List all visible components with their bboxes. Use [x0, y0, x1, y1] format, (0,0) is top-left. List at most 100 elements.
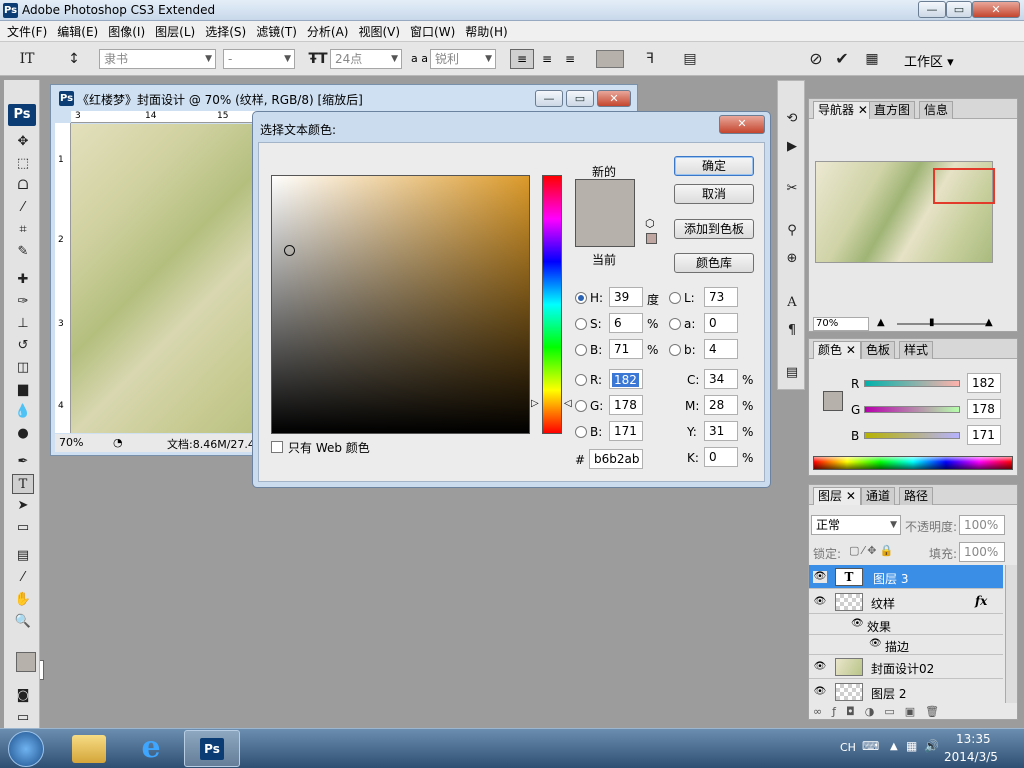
orientation-icon[interactable]: ↕ [64, 49, 84, 69]
color-panel-foreground-swatch[interactable] [823, 391, 843, 411]
lab-b-input[interactable]: 4 [704, 339, 738, 359]
menu-image[interactable]: 图像(I) [103, 23, 150, 40]
green-input[interactable]: 178 [609, 395, 643, 415]
clone-stamp-icon[interactable]: ⊥ [12, 314, 34, 334]
hue-radio[interactable] [575, 292, 587, 304]
lasso-tool-icon[interactable]: ᗝ [12, 176, 34, 196]
actions-panel-icon[interactable]: ▶ [781, 137, 803, 157]
color-b-slider[interactable] [864, 432, 960, 439]
align-right-icon[interactable]: ≡ [560, 49, 580, 69]
navigator-view-box[interactable] [933, 168, 995, 204]
shape-tool-icon[interactable]: ▭ [12, 518, 34, 538]
internet-explorer-icon[interactable]: e [134, 733, 168, 765]
character-panel-icon[interactable]: A [781, 293, 803, 313]
history-panel-icon[interactable]: ⟲ [781, 109, 803, 129]
screen-mode-icon[interactable]: ▭ [12, 708, 34, 728]
palettes-icon[interactable]: ▤ [680, 49, 700, 69]
color-b-input[interactable]: 171 [967, 425, 1001, 445]
align-center-icon[interactable]: ≡ [537, 49, 557, 69]
color-g-input[interactable]: 178 [967, 399, 1001, 419]
dialog-close-button[interactable]: ✕ [719, 115, 765, 134]
layer-row[interactable]: 👁 T 图层 3 [809, 565, 1003, 589]
visibility-eye-icon[interactable]: 👁 [813, 686, 827, 698]
add-to-swatches-button[interactable]: 添加到色板 [674, 219, 754, 239]
path-select-icon[interactable]: ➤ [12, 496, 34, 516]
web-safe-swatch[interactable] [646, 233, 657, 244]
yellow-input[interactable]: 31 [704, 421, 738, 441]
tab-styles[interactable]: 样式 [899, 341, 934, 359]
menu-view[interactable]: 视图(V) [353, 23, 405, 40]
tab-channels[interactable]: 通道 [861, 487, 896, 505]
menu-file[interactable]: 文件(F) [2, 23, 52, 40]
lab-b-radio[interactable] [669, 344, 681, 356]
cancel-icon[interactable]: ⊘ [806, 49, 826, 69]
warp-text-icon[interactable]: ꟻ [640, 49, 660, 69]
doc-minimize-button[interactable]: — [535, 90, 563, 107]
photoshop-taskbar-button[interactable]: Ps [184, 730, 240, 767]
saturation-brightness-field[interactable] [271, 175, 530, 434]
ok-button[interactable]: 确定 [674, 156, 754, 176]
eraser-tool-icon[interactable]: ◫ [12, 358, 34, 378]
keyboard-icon[interactable]: ⌨ [862, 739, 879, 753]
bridge-icon[interactable]: ▦ [862, 49, 882, 69]
green-radio[interactable] [575, 400, 587, 412]
menu-filter[interactable]: 滤镜(T) [251, 23, 302, 40]
font-style-select[interactable]: - ▼ [223, 49, 295, 69]
zoom-in-icon[interactable]: ▲ [985, 317, 993, 328]
tab-paths[interactable]: 路径 [899, 487, 934, 505]
doc-maximize-button[interactable]: ▭ [566, 90, 594, 107]
workspace-menu[interactable]: 工作区 ▾ [904, 51, 954, 70]
gradient-tool-icon[interactable]: ▆ [12, 380, 34, 400]
volume-icon[interactable]: 🔊 [924, 739, 939, 753]
clone-source-icon[interactable]: ⊕ [781, 249, 803, 269]
notes-tool-icon[interactable]: ▤ [12, 546, 34, 566]
brightness-input[interactable]: 71 [609, 339, 643, 359]
show-hidden-icons[interactable]: ▲ [890, 741, 898, 752]
text-color-swatch[interactable] [596, 50, 624, 68]
effect-eye-icon[interactable]: 👁 [851, 618, 864, 629]
font-family-select[interactable]: 隶书 ▼ [99, 49, 216, 69]
antialias-select[interactable]: 锐利 ▼ [430, 49, 496, 69]
zoom-value[interactable]: 70% [59, 436, 83, 449]
marquee-tool-icon[interactable]: ⬚ [12, 154, 34, 174]
menu-edit[interactable]: 编辑(E) [52, 23, 103, 40]
paragraph-panel-icon[interactable]: ¶ [781, 321, 803, 341]
layers-scrollbar[interactable] [1005, 565, 1017, 703]
layer-comps-icon[interactable]: ▤ [781, 363, 803, 383]
layer-effects-icon[interactable]: fx [975, 594, 987, 608]
blur-tool-icon[interactable]: 💧 [12, 402, 34, 422]
color-g-slider[interactable] [864, 406, 960, 413]
quick-mask-icon[interactable]: ◙ [12, 686, 34, 706]
lab-a-input[interactable]: 0 [704, 313, 738, 333]
move-tool-icon[interactable]: ✥ [12, 132, 34, 152]
color-r-input[interactable]: 182 [967, 373, 1001, 393]
visibility-eye-icon[interactable]: 👁 [813, 571, 827, 583]
start-button[interactable] [8, 731, 44, 767]
hue-slider-right-arrow-icon[interactable]: ◁ [564, 398, 572, 409]
hue-slider[interactable] [542, 175, 562, 434]
layer-row[interactable]: 👁 纹样 fx [809, 590, 1003, 614]
blue-radio[interactable] [575, 426, 587, 438]
minimize-button[interactable]: — [918, 1, 946, 18]
lab-l-input[interactable]: 73 [704, 287, 738, 307]
web-colors-only-checkbox[interactable] [271, 441, 283, 453]
align-left-icon[interactable]: ≡ [510, 49, 534, 69]
navigator-zoom-slider[interactable] [897, 323, 991, 325]
layer-row[interactable]: 👁 封面设计02 [809, 655, 1003, 679]
history-brush-icon[interactable]: ↺ [12, 336, 34, 356]
layer-name[interactable]: 纹样 [871, 595, 895, 612]
brushes-panel-icon[interactable]: ⚲ [781, 221, 803, 241]
blue-input[interactable]: 171 [609, 421, 643, 441]
menu-layer[interactable]: 图层(L) [150, 23, 200, 40]
cancel-button[interactable]: 取消 [674, 184, 754, 204]
navigator-thumbnail[interactable] [815, 161, 995, 263]
tab-layers[interactable]: 图层 ✕ [813, 487, 861, 505]
lock-icons[interactable]: ▢⁄✥🔒 [849, 544, 896, 557]
lab-a-radio[interactable] [669, 318, 681, 330]
color-cursor-icon[interactable] [284, 245, 295, 256]
layer-row[interactable]: 👁 图层 2 [809, 680, 1003, 703]
pen-tool-icon[interactable]: ✒ [12, 452, 34, 472]
magic-wand-tool-icon[interactable]: ⁄ [12, 198, 34, 218]
tab-info[interactable]: 信息 [919, 101, 954, 119]
zoom-out-icon[interactable]: ▲ [877, 317, 885, 328]
